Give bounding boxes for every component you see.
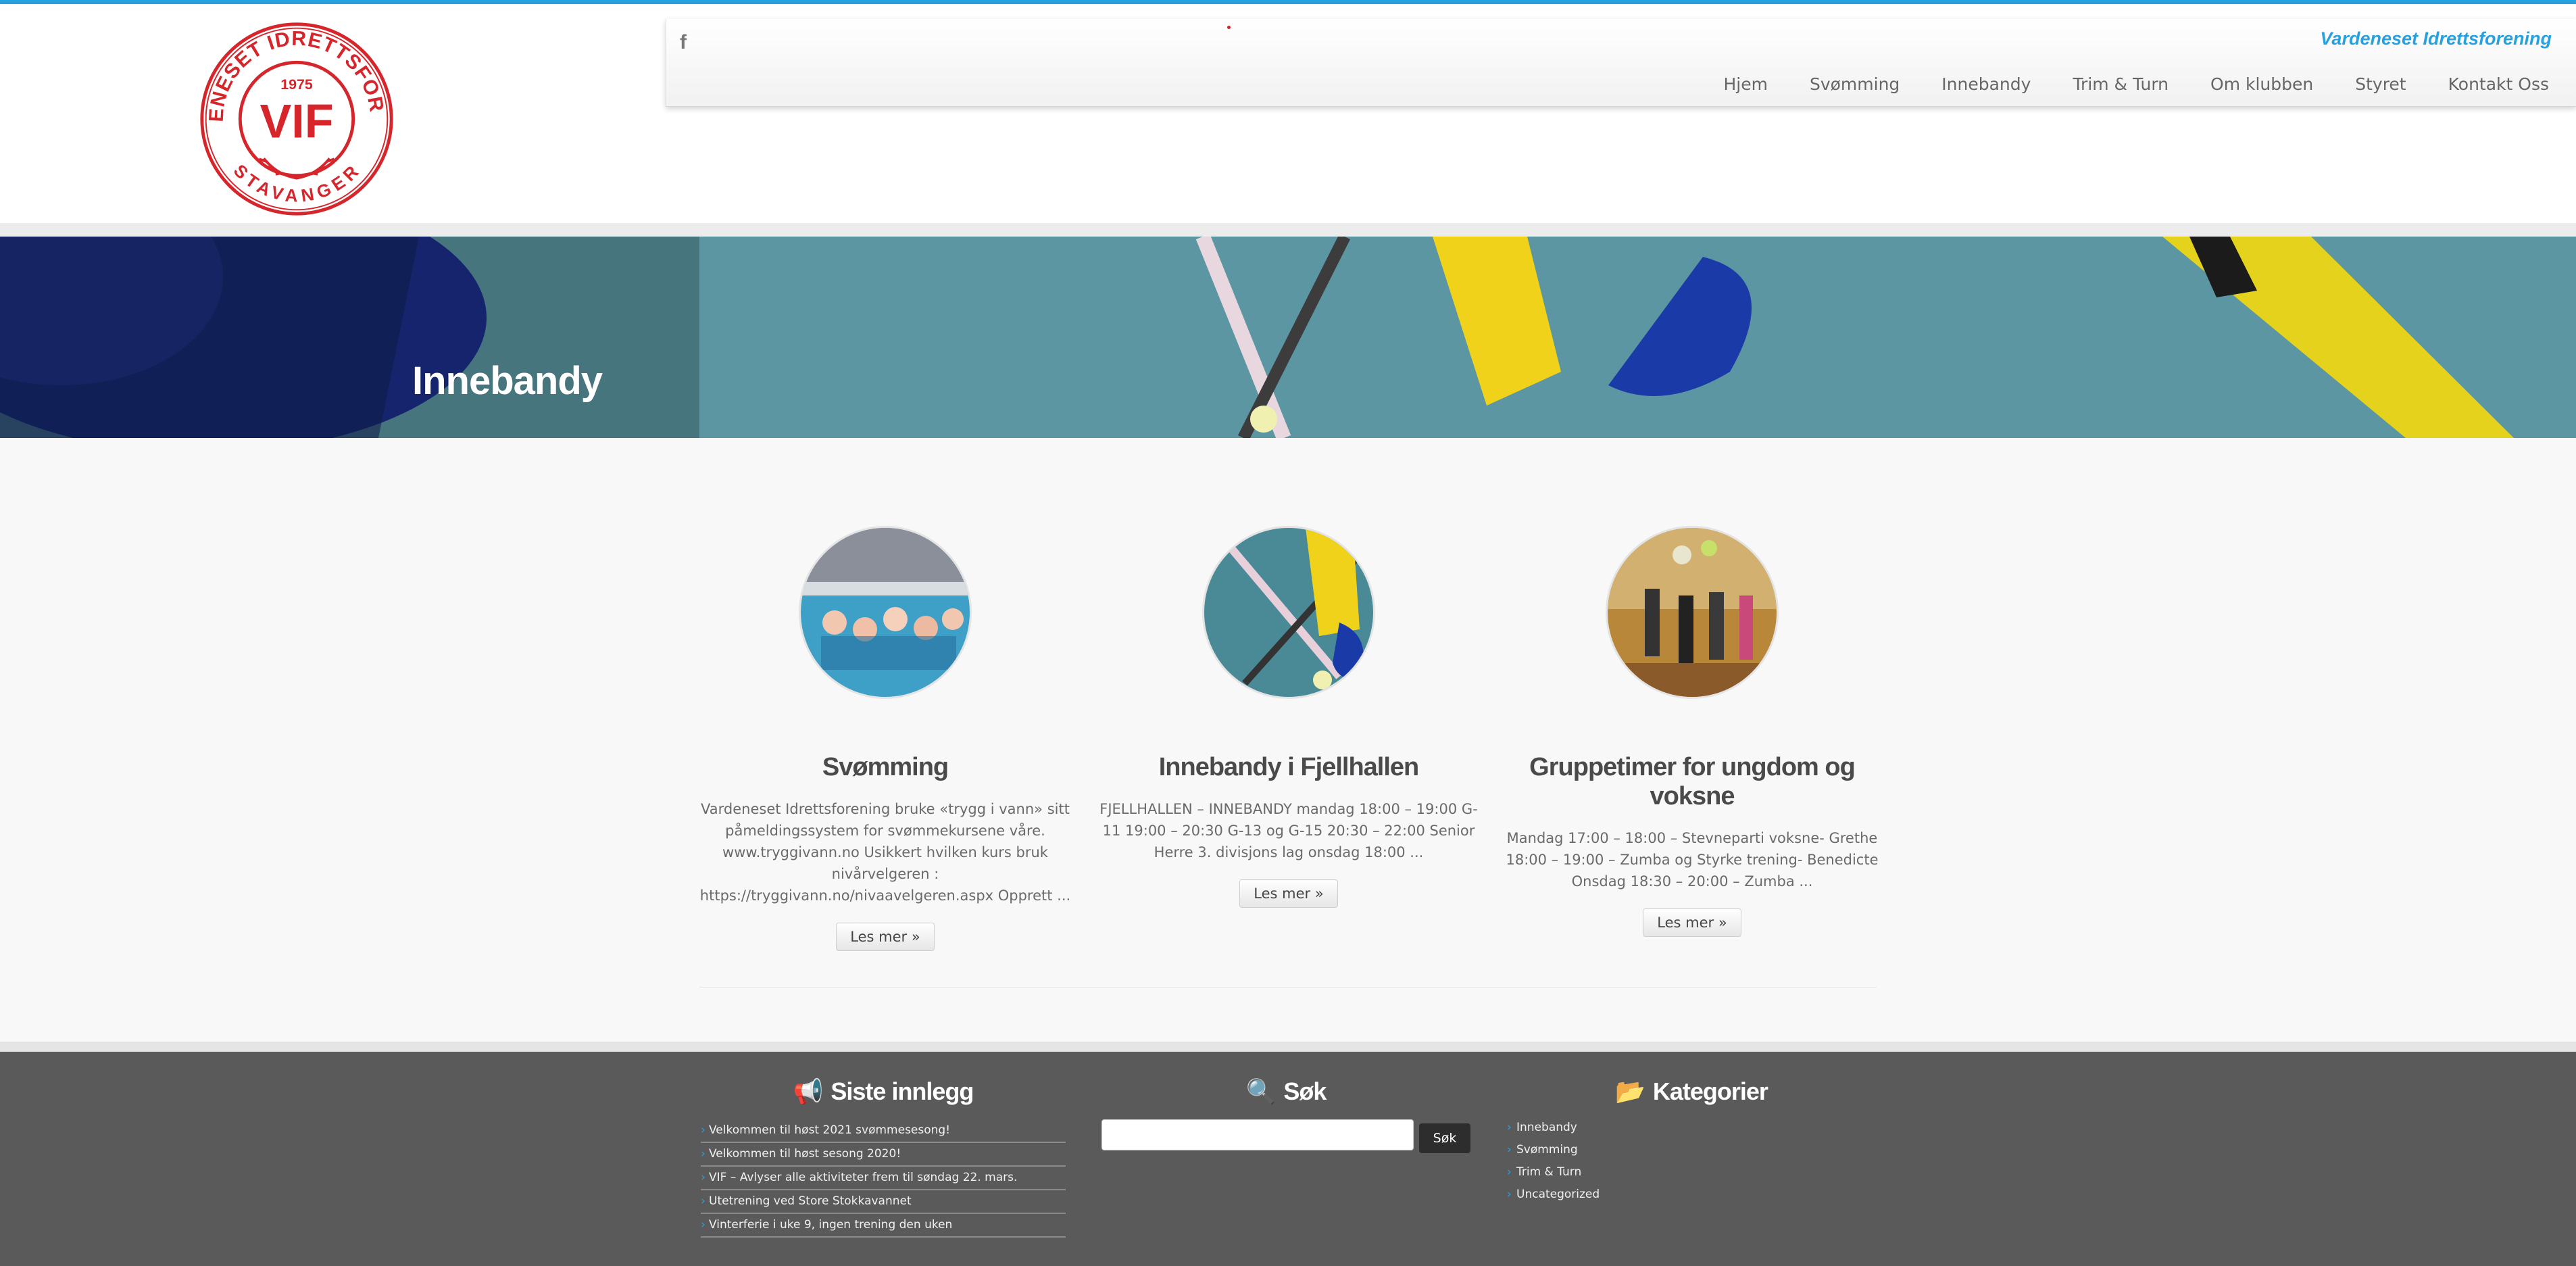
svg-text:1975: 1975 (280, 76, 313, 93)
widget-search: 🔍 Søk (1101, 1077, 1470, 1106)
decorative-dot (1227, 26, 1231, 29)
widget-title-text: Søk (1283, 1077, 1327, 1105)
card-innebandy: Innebandy i Fjellhallen FJELLHALLEN – IN… (1099, 526, 1478, 908)
club-logo[interactable]: VARDENESET IDRETTSFORENING STAVANGER 197… (198, 20, 395, 218)
menu-item-styret[interactable]: Styret (2355, 74, 2406, 94)
read-more-button[interactable]: Les mer » (836, 923, 935, 951)
header-divider (0, 223, 2576, 237)
category-link[interactable]: Uncategorized (1507, 1186, 1600, 1209)
widget-title: 📢 Siste innlegg (701, 1077, 1066, 1106)
read-more-button[interactable]: Les mer » (1643, 908, 1741, 937)
card-excerpt: Mandag 17:00 – 18:00 – Stevneparti voksn… (1506, 830, 1879, 890)
category-link[interactable]: Trim & Turn (1507, 1164, 1600, 1186)
search-button[interactable]: Søk (1419, 1123, 1470, 1153)
megaphone-icon: 📢 (793, 1077, 824, 1105)
card-title[interactable]: Svømming (696, 753, 1074, 782)
categories-list: Innebandy Svømming Trim & Turn Uncategor… (1507, 1119, 1600, 1209)
card-gruppetimer: Gruppetimer for ungdom og voksne Mandag … (1503, 526, 1881, 937)
svg-text:VIF: VIF (259, 95, 333, 147)
top-navigation-bar: f Vardeneset Idrettsforening Hjem Svømmi… (666, 19, 2576, 107)
recent-post-link[interactable]: Utetrening ved Store Stokkavannet (701, 1190, 1066, 1214)
card-image[interactable] (1202, 526, 1375, 699)
card-image[interactable] (1606, 526, 1779, 699)
recent-posts-list: Velkommen til høst 2021 svømmesesong! Ve… (701, 1119, 1066, 1238)
category-link[interactable]: Innebandy (1507, 1119, 1600, 1142)
recent-post-link[interactable]: Vinterferie i uke 9, ingen trening den u… (701, 1214, 1066, 1238)
menu-item-trim-turn[interactable]: Trim & Turn (2073, 74, 2169, 94)
recent-post-link[interactable]: Velkommen til høst 2021 svømmesesong! (701, 1119, 1066, 1143)
menu-item-svomming[interactable]: Svømming (1810, 74, 1900, 94)
widget-title-text: Siste innlegg (831, 1077, 974, 1105)
card-title[interactable]: Gruppetimer for ungdom og voksne (1503, 753, 1881, 811)
site-footer: 📢Siste innlegg Velkommen til høst 2021 s… (0, 1052, 2576, 1266)
site-tagline[interactable]: Vardeneset Idrettsforening (2320, 28, 2552, 49)
menu-item-innebandy[interactable]: Innebandy (1941, 74, 2031, 94)
search-icon: 🔍 (1245, 1077, 1277, 1105)
read-more-button[interactable]: Les mer » (1239, 879, 1338, 908)
widget-categories: 📂 Kategorier (1507, 1077, 1876, 1106)
page-title: Innebandy (412, 359, 603, 403)
main-content: Svømming Vardeneset Idrettsforening bruk… (0, 438, 2576, 1042)
widget-title: 🔍 Søk (1101, 1077, 1470, 1106)
menu-item-kontakt-oss[interactable]: Kontakt Oss (2448, 74, 2549, 94)
footer-divider (0, 1042, 2576, 1052)
folder-open-icon: 📂 (1615, 1077, 1645, 1105)
widget-title: 📂 Kategorier (1507, 1077, 1876, 1106)
card-excerpt: Vardeneset Idrettsforening bruke «trygg … (699, 801, 1071, 904)
card-title[interactable]: Innebandy i Fjellhallen (1099, 753, 1478, 782)
recent-post-link[interactable]: Velkommen til høst sesong 2020! (701, 1143, 1066, 1167)
search-input[interactable] (1101, 1119, 1414, 1150)
category-link[interactable]: Svømming (1507, 1142, 1600, 1164)
card-image[interactable] (799, 526, 972, 699)
menu-item-hjem[interactable]: Hjem (1723, 74, 1767, 94)
recent-post-link[interactable]: VIF – Avlyser alle aktiviteter frem til … (701, 1167, 1066, 1190)
page-banner: Innebandy (0, 237, 2576, 438)
main-menu: Hjem Svømming Innebandy Trim & Turn Om k… (1681, 74, 2549, 94)
facebook-icon[interactable]: f (680, 31, 696, 58)
site-header: VARDENESET IDRETTSFORENING STAVANGER 197… (0, 4, 2576, 223)
card-excerpt: FJELLHALLEN – INNEBANDY mandag 18:00 – 1… (1099, 801, 1478, 860)
widget-title-text: Kategorier (1652, 1077, 1768, 1105)
menu-item-om-klubben[interactable]: Om klubben (2210, 74, 2313, 94)
content-divider (699, 987, 1877, 988)
card-svomming: Svømming Vardeneset Idrettsforening bruk… (696, 526, 1074, 951)
widget-recent-posts: 📢 Siste innlegg (701, 1077, 1066, 1106)
banner-shade (0, 237, 699, 438)
